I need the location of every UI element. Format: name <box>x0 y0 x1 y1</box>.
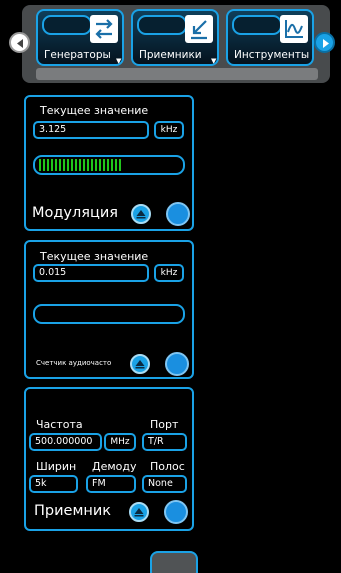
tab-indicator-bar <box>232 15 282 35</box>
receivers-arrows-icon <box>185 15 213 43</box>
tab-label: Инструменты <box>234 49 310 61</box>
collapse-button[interactable] <box>131 204 151 224</box>
receiver-title: Приемник <box>34 503 112 519</box>
port-label: Порт <box>150 418 179 431</box>
band-field[interactable]: None <box>142 475 187 493</box>
collapse-button[interactable] <box>130 354 150 374</box>
tab-generators[interactable]: Генераторы ▼ <box>36 9 124 66</box>
action-circle-button[interactable] <box>166 202 190 226</box>
width-label: Ширин <box>36 460 77 473</box>
demodulation-field[interactable]: FM <box>86 475 136 493</box>
generators-arrows-icon <box>90 15 118 43</box>
chevron-up-icon <box>135 360 145 369</box>
current-value-label: Текущее значение <box>40 104 149 117</box>
tab-scrollbar[interactable] <box>36 68 318 80</box>
audio-counter-title: Счетчик аудиочасто <box>36 359 112 367</box>
demodulation-label: Демоду <box>92 460 137 473</box>
action-circle-button[interactable] <box>165 352 189 376</box>
frequency-label: Частота <box>36 418 83 431</box>
modulation-meter <box>33 155 185 175</box>
unit-field[interactable]: kHz <box>154 121 184 139</box>
tab-indicator-bar <box>137 15 187 35</box>
current-value-field[interactable]: 0.015 <box>33 264 149 282</box>
current-value-field[interactable]: 3.125 <box>33 121 149 139</box>
scroll-right-button[interactable] <box>314 32 335 53</box>
width-field[interactable]: 5k <box>29 475 78 493</box>
chevron-down-icon: ▼ <box>116 57 122 65</box>
frequency-unit-field[interactable]: MHz <box>104 433 136 451</box>
chevron-up-icon <box>134 508 144 517</box>
modulation-title: Модуляция <box>32 205 118 221</box>
frequency-field[interactable]: 500.000000 <box>29 433 102 451</box>
collapse-button[interactable] <box>129 502 149 522</box>
tab-label: Генераторы <box>44 49 111 61</box>
chevron-up-icon <box>136 210 146 219</box>
audio-counter-meter <box>33 304 185 324</box>
scroll-left-button[interactable] <box>9 32 30 53</box>
chevron-right-icon <box>323 39 329 48</box>
chevron-down-icon: ▼ <box>211 57 217 65</box>
modulation-panel: Текущее значение 3.125 kHz Модуляция <box>24 95 194 231</box>
tab-instruments[interactable]: Инструменты <box>226 9 314 66</box>
port-field[interactable]: T/R <box>142 433 187 451</box>
band-label: Полос <box>150 460 185 473</box>
unit-field[interactable]: kHz <box>154 264 184 282</box>
receiver-panel: Частота Порт 500.000000 MHz T/R Ширин Де… <box>24 387 194 531</box>
current-value-label: Текущее значение <box>40 250 149 263</box>
action-circle-button[interactable] <box>164 500 188 524</box>
modulation-meter-fill <box>39 159 123 171</box>
tab-indicator-bar <box>42 15 92 35</box>
bottom-drawer-handle[interactable] <box>150 551 198 573</box>
chevron-left-icon <box>17 39 23 48</box>
audio-counter-panel: Текущее значение 0.015 kHz Счетчик аудио… <box>24 240 194 379</box>
instruments-chart-icon <box>280 15 308 43</box>
tab-receivers[interactable]: Приемники ▼ <box>131 9 219 66</box>
tab-label: Приемники <box>139 49 202 61</box>
